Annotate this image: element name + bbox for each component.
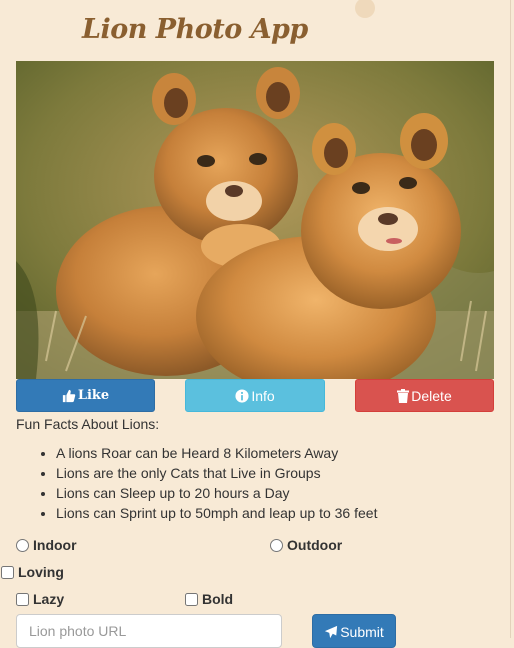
page-edge-divider (510, 0, 511, 638)
decorative-circle (355, 0, 375, 18)
info-label: Info (251, 387, 275, 404)
indoor-radio[interactable] (16, 538, 29, 552)
facts-list: A lions Roar can be Heard 8 Kilometers A… (16, 443, 377, 523)
loving-option[interactable]: Loving (1, 564, 64, 580)
like-label: Like (77, 388, 110, 403)
outdoor-radio[interactable] (270, 538, 283, 552)
indoor-option[interactable]: Indoor (16, 537, 77, 553)
fact-item: Lions can Sprint up to 50mph and leap up… (56, 503, 377, 523)
lazy-checkbox[interactable] (16, 592, 29, 606)
delete-label: Delete (411, 387, 452, 404)
lion-cubs-photo (16, 61, 494, 379)
thumbs-up-icon (62, 389, 76, 402)
delete-button[interactable]: Delete (355, 379, 494, 412)
loving-label: Loving (18, 564, 64, 580)
lazy-option[interactable]: Lazy (16, 591, 64, 607)
app-title: Lion Photo App (82, 14, 308, 45)
fact-item: A lions Roar can be Heard 8 Kilometers A… (56, 443, 377, 463)
lazy-label: Lazy (33, 591, 65, 607)
like-button[interactable]: Like (16, 379, 155, 412)
loving-checkbox[interactable] (1, 565, 14, 579)
info-circle-icon (235, 388, 249, 403)
fact-item: Lions can Sleep up to 20 hours a Day (56, 483, 377, 503)
outdoor-option[interactable]: Outdoor (270, 537, 342, 553)
paper-plane-icon (325, 625, 338, 639)
indoor-label: Indoor (33, 537, 77, 553)
bold-label: Bold (202, 591, 234, 607)
outdoor-label: Outdoor (287, 537, 343, 553)
trash-icon (397, 388, 410, 403)
info-button[interactable]: Info (185, 379, 325, 412)
fact-item: Lions are the only Cats that Live in Gro… (56, 463, 377, 483)
bold-checkbox[interactable] (185, 592, 198, 606)
submit-button[interactable]: Submit (312, 614, 396, 648)
bold-option[interactable]: Bold (185, 591, 233, 607)
lion-photo-url-input[interactable] (16, 614, 282, 648)
facts-heading: Fun Facts About Lions: (16, 416, 160, 432)
